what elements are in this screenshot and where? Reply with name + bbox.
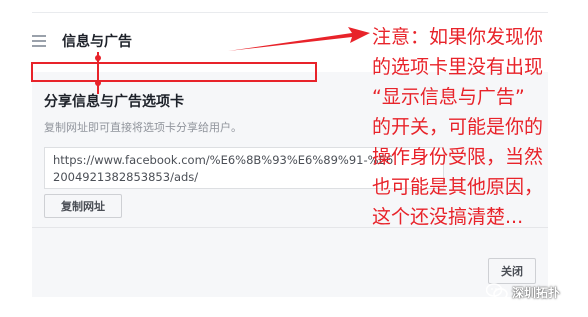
annotation-line: “显示信息与广告” — [372, 86, 525, 108]
annotation-line: 这个还没搞清楚... — [372, 206, 524, 228]
annotation-line: 的开关，可能是你的 — [372, 116, 544, 138]
annotation-line: 也可能是其他原因， — [372, 176, 544, 198]
annotation-line: 注意：如果你发现你 — [372, 26, 544, 48]
wechat-icon — [486, 283, 508, 300]
wechat-watermark: 深圳拓扑 — [486, 282, 560, 302]
annotation-note: 注意：如果你发现你 的选项卡里没有出现 “显示信息与广告” 的开关，可能是你的 … — [372, 22, 588, 232]
annotation-line: 操作身份受限，当然 — [372, 146, 544, 168]
watermark-text: 深圳拓扑 — [512, 285, 561, 300]
annotation-line: 的选项卡里没有出现 — [372, 56, 544, 78]
